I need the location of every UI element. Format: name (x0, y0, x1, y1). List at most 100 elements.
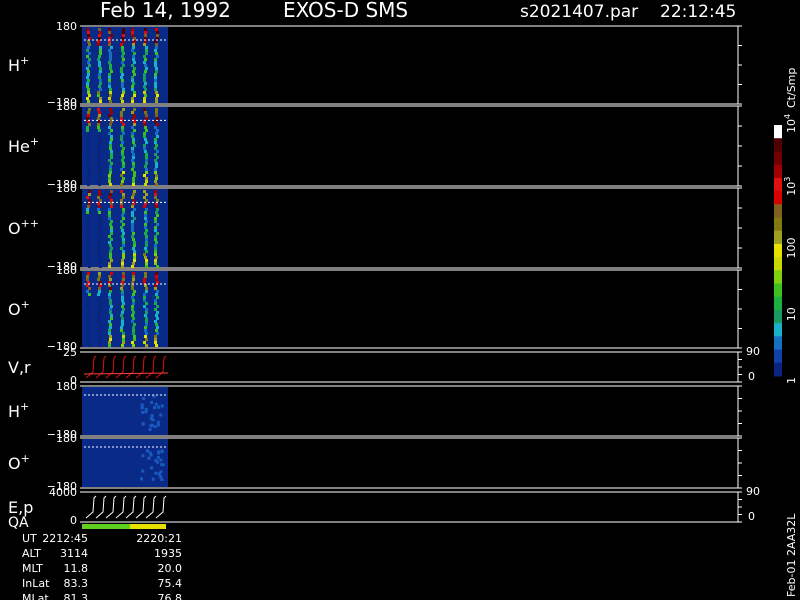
spectrogram-cell (97, 317, 100, 320)
colorbar-swatch (774, 177, 782, 192)
spectrogram-cell (87, 91, 90, 94)
colorbar-tick-exponent: 3 (783, 177, 792, 182)
spectrogram-cell (145, 250, 148, 253)
spectrogram-cell (88, 250, 91, 253)
spectrogram-cell (110, 317, 113, 320)
spectrogram-cell (156, 305, 159, 308)
spectrogram-cell (121, 262, 124, 265)
spectrogram-cell (109, 55, 112, 58)
spectrogram-cell (122, 250, 125, 253)
spectrogram-cell (88, 123, 91, 126)
spectrogram-cell (97, 58, 100, 61)
colorbar-swatch (774, 349, 782, 364)
species-label: V,r (8, 358, 31, 377)
spectrogram-cell (131, 205, 134, 208)
spectrogram-cell (110, 205, 113, 208)
spectrogram-cell (109, 302, 112, 305)
spectrogram-cell (131, 211, 134, 214)
spectrogram-cell (87, 217, 90, 220)
spectrogram-cell (133, 190, 136, 193)
species-name: H (8, 56, 20, 75)
spectrogram-cell (122, 165, 125, 168)
spectrogram-cell (121, 305, 124, 308)
spectrogram-cell (99, 70, 102, 73)
spectrogram-cell (98, 272, 101, 275)
colorbar-swatch (774, 230, 782, 245)
spectrogram-cell (132, 183, 135, 186)
spectrogram-cell (144, 64, 147, 67)
spectrogram-cell (120, 329, 123, 332)
spectrogram-cell (121, 299, 124, 302)
spectrogram-cell (122, 223, 125, 226)
spectrogram-cell (132, 293, 135, 296)
spectrogram-cell (108, 211, 111, 214)
spectrogram-cell (145, 220, 148, 223)
spectrogram-cell (160, 463, 164, 467)
spectrogram-cell (133, 217, 136, 220)
spectrogram-cell (98, 190, 101, 193)
spectrogram-cell (144, 28, 147, 31)
spectrogram-cell (133, 241, 136, 244)
spectrogram-cell (120, 117, 123, 120)
spectrogram-cell (120, 199, 123, 202)
spectrogram-cell (156, 223, 159, 226)
ymax-label: 180 (56, 100, 77, 113)
spectrogram-cell (122, 171, 125, 174)
spectrogram-cell (156, 265, 159, 268)
spectrogram-cell (143, 147, 146, 150)
spectrogram-cell (143, 100, 146, 103)
spectrogram-cell (131, 265, 134, 268)
spectrogram-cell (109, 183, 112, 186)
spectrogram-cell (155, 28, 158, 31)
spectrogram-cell (145, 262, 148, 265)
spectrogram-cell (156, 135, 159, 138)
trace-segment (95, 355, 107, 379)
spectrogram-cell (144, 150, 147, 153)
spectrogram-cell (98, 287, 101, 290)
colorbar-tick-label: 10 (785, 307, 798, 321)
spectrogram-cell (160, 477, 164, 481)
spectrogram-cell (132, 180, 135, 183)
species-name: He (8, 137, 30, 156)
spectrogram-cell (131, 97, 134, 100)
spectrogram-cell (131, 287, 134, 290)
spectrogram-cell (120, 111, 123, 114)
spectrogram-cell (145, 265, 148, 268)
spectrogram-cell (154, 287, 157, 290)
spectrogram-cell (97, 299, 100, 302)
spectrogram-cell (109, 144, 112, 147)
colorbar-swatch (774, 270, 782, 285)
spectrogram-cell (132, 58, 135, 61)
spectrogram-cell (154, 253, 157, 256)
panel-he_plus: 180−180He+ (8, 100, 742, 191)
spectrogram-cell (110, 153, 113, 156)
spectrogram-cell (109, 165, 112, 168)
spectrogram-cell (145, 177, 148, 180)
spectrogram-cell (132, 46, 135, 49)
spectrogram-cell (154, 58, 157, 61)
spectrogram-cell (122, 217, 125, 220)
footer-row-value-start: 11.8 (64, 562, 89, 575)
spectrogram-cell (87, 147, 90, 150)
spectrogram-cell (156, 208, 159, 211)
spectrogram-cell (109, 311, 112, 314)
spectrogram-cell (144, 211, 147, 214)
spectrogram-cell (98, 229, 101, 232)
spectrogram-cell (88, 287, 91, 290)
spectrogram-cell (109, 88, 112, 91)
spectrogram-cell (110, 272, 113, 275)
spectrogram-cell (143, 73, 146, 76)
spectrogram-cell (109, 223, 112, 226)
trace-segment (125, 495, 137, 519)
spectrogram-cell (87, 114, 90, 117)
spectrogram-cell (154, 49, 157, 52)
spectrogram-cell (121, 61, 124, 64)
spectrogram-cell (87, 34, 90, 37)
spectrogram-cell (132, 302, 135, 305)
spectrogram-cell (98, 141, 101, 144)
spectrogram-cell (88, 168, 91, 171)
spectrogram-cell (145, 302, 148, 305)
spectrogram-cell (88, 256, 91, 259)
spectrogram-cell (122, 34, 125, 37)
spectrogram-cell (86, 335, 89, 338)
